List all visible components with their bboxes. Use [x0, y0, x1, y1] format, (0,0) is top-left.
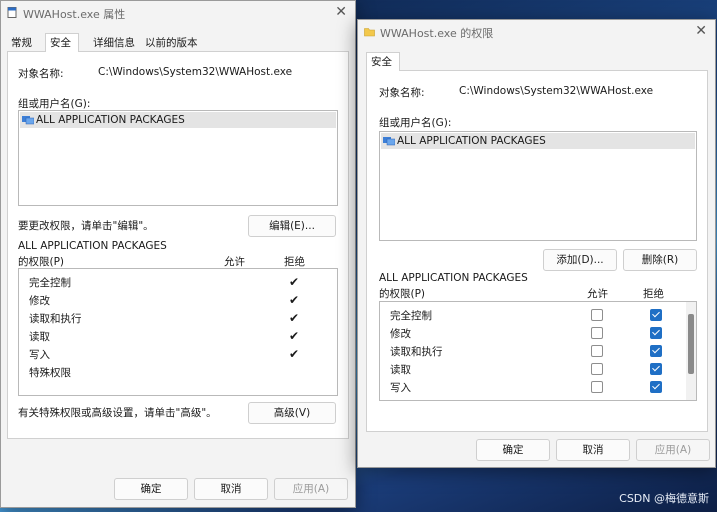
advanced-button[interactable]: 高级(V): [248, 402, 336, 424]
group-users-icon: [383, 137, 395, 146]
deny-checkbox[interactable]: [650, 381, 662, 393]
watermark: CSDN @梅德意斯: [619, 492, 709, 505]
permissions-title-line2: 的权限(P): [18, 256, 65, 268]
permission-row: 特殊权限: [19, 363, 337, 381]
permission-row: 完全控制 ✔: [19, 273, 337, 291]
permission-row: 读取 ✔: [19, 327, 337, 345]
scrollbar[interactable]: [686, 302, 696, 400]
deny-check-icon: ✔: [289, 347, 300, 361]
permission-name: 完全控制: [29, 277, 71, 289]
object-name-label: 对象名称:: [18, 68, 64, 80]
permission-name: 读取和执行: [29, 313, 82, 325]
folder-icon: [364, 28, 375, 37]
title-bar[interactable]: WWAHost.exe 属性 ✕: [1, 1, 355, 25]
permission-name: 修改: [390, 328, 411, 340]
edit-button[interactable]: 编辑(E)...: [248, 215, 336, 237]
group-name: ALL APPLICATION PACKAGES: [36, 114, 185, 126]
allow-checkbox[interactable]: [591, 309, 603, 321]
object-name-label: 对象名称:: [379, 87, 425, 99]
permissions-window: WWAHost.exe 的权限 ✕ 安全 对象名称: C:\Windows\Sy…: [357, 19, 716, 468]
list-item[interactable]: ALL APPLICATION PACKAGES: [381, 133, 695, 149]
deny-check-icon: ✔: [289, 329, 300, 343]
permission-row: 修改: [380, 324, 686, 342]
permissions-title-line1: ALL APPLICATION PACKAGES: [18, 240, 167, 252]
permission-row: 修改 ✔: [19, 291, 337, 309]
permission-name: 完全控制: [390, 310, 432, 322]
permission-row: 写入 ✔: [19, 345, 337, 363]
close-icon[interactable]: ✕: [335, 4, 347, 20]
remove-button[interactable]: 删除(R): [623, 249, 697, 271]
permission-row: 读取: [380, 360, 686, 378]
file-icon: [7, 7, 17, 18]
permission-row: 完全控制: [380, 306, 686, 324]
permissions-title-line2: 的权限(P): [379, 288, 426, 300]
group-label: 组或用户名(G):: [379, 117, 452, 129]
add-button[interactable]: 添加(D)...: [543, 249, 617, 271]
permission-row: 读取和执行 ✔: [19, 309, 337, 327]
deny-check-icon: ✔: [289, 275, 300, 289]
allow-header: 允许: [224, 256, 245, 268]
window-title: WWAHost.exe 属性: [23, 8, 126, 21]
permissions-list: 完全控制修改读取和执行读取写入: [379, 301, 697, 401]
permission-row: 读取和执行: [380, 342, 686, 360]
apply-button[interactable]: 应用(A): [274, 478, 348, 500]
permissions-list: 完全控制 ✔ 修改 ✔ 读取和执行 ✔ 读取 ✔ 写入 ✔ 特殊权限: [18, 268, 338, 396]
deny-checkbox[interactable]: [650, 327, 662, 339]
permission-name: 读取: [29, 331, 50, 343]
ok-button[interactable]: 确定: [114, 478, 188, 500]
close-icon[interactable]: ✕: [695, 23, 707, 39]
ok-button[interactable]: 确定: [476, 439, 550, 461]
deny-checkbox[interactable]: [650, 345, 662, 357]
permission-name: 写入: [390, 382, 411, 394]
object-path: C:\Windows\System32\WWAHost.exe: [98, 66, 293, 78]
security-panel: 对象名称: C:\Windows\System32\WWAHost.exe 组或…: [7, 51, 349, 439]
permission-row: 写入: [380, 378, 686, 396]
allow-checkbox[interactable]: [591, 327, 603, 339]
group-label: 组或用户名(G):: [18, 98, 91, 110]
tab-previous-versions[interactable]: 以前的版本: [141, 34, 202, 52]
allow-checkbox[interactable]: [591, 363, 603, 375]
permission-name: 写入: [29, 349, 50, 361]
object-path: C:\Windows\System32\WWAHost.exe: [459, 85, 654, 97]
group-users-icon: [22, 116, 34, 125]
permission-name: 读取: [390, 364, 411, 376]
tab-details[interactable]: 详细信息: [89, 34, 139, 52]
tab-security[interactable]: 安全: [45, 33, 79, 52]
group-name: ALL APPLICATION PACKAGES: [397, 135, 546, 147]
allow-checkbox[interactable]: [591, 345, 603, 357]
apply-button[interactable]: 应用(A): [636, 439, 710, 461]
list-item[interactable]: ALL APPLICATION PACKAGES: [20, 112, 336, 128]
group-list[interactable]: ALL APPLICATION PACKAGES: [379, 131, 697, 241]
title-bar[interactable]: WWAHost.exe 的权限 ✕: [358, 20, 715, 44]
cancel-button[interactable]: 取消: [194, 478, 268, 500]
deny-check-icon: ✔: [289, 311, 300, 325]
deny-check-icon: ✔: [289, 293, 300, 307]
permission-name: 读取和执行: [390, 346, 443, 358]
window-title: WWAHost.exe 的权限: [380, 27, 494, 40]
allow-header: 允许: [587, 288, 608, 300]
deny-checkbox[interactable]: [650, 309, 662, 321]
permission-name: 修改: [29, 295, 50, 307]
advanced-text: 有关特殊权限或高级设置，请单击"高级"。: [18, 407, 217, 419]
deny-header: 拒绝: [643, 288, 664, 300]
change-permissions-text: 要更改权限，请单击"编辑"。: [18, 220, 154, 232]
cancel-button[interactable]: 取消: [556, 439, 630, 461]
scrollbar-thumb[interactable]: [688, 314, 694, 374]
properties-window: WWAHost.exe 属性 ✕ 常规 安全 详细信息 以前的版本 对象名称: …: [0, 0, 356, 508]
permissions-title-line1: ALL APPLICATION PACKAGES: [379, 272, 528, 284]
security-panel: 对象名称: C:\Windows\System32\WWAHost.exe 组或…: [366, 70, 708, 432]
deny-checkbox[interactable]: [650, 363, 662, 375]
allow-checkbox[interactable]: [591, 381, 603, 393]
tab-general[interactable]: 常规: [7, 34, 36, 52]
tab-security[interactable]: 安全: [366, 52, 400, 71]
permission-name: 特殊权限: [29, 367, 71, 379]
deny-header: 拒绝: [284, 256, 305, 268]
group-list[interactable]: ALL APPLICATION PACKAGES: [18, 110, 338, 206]
